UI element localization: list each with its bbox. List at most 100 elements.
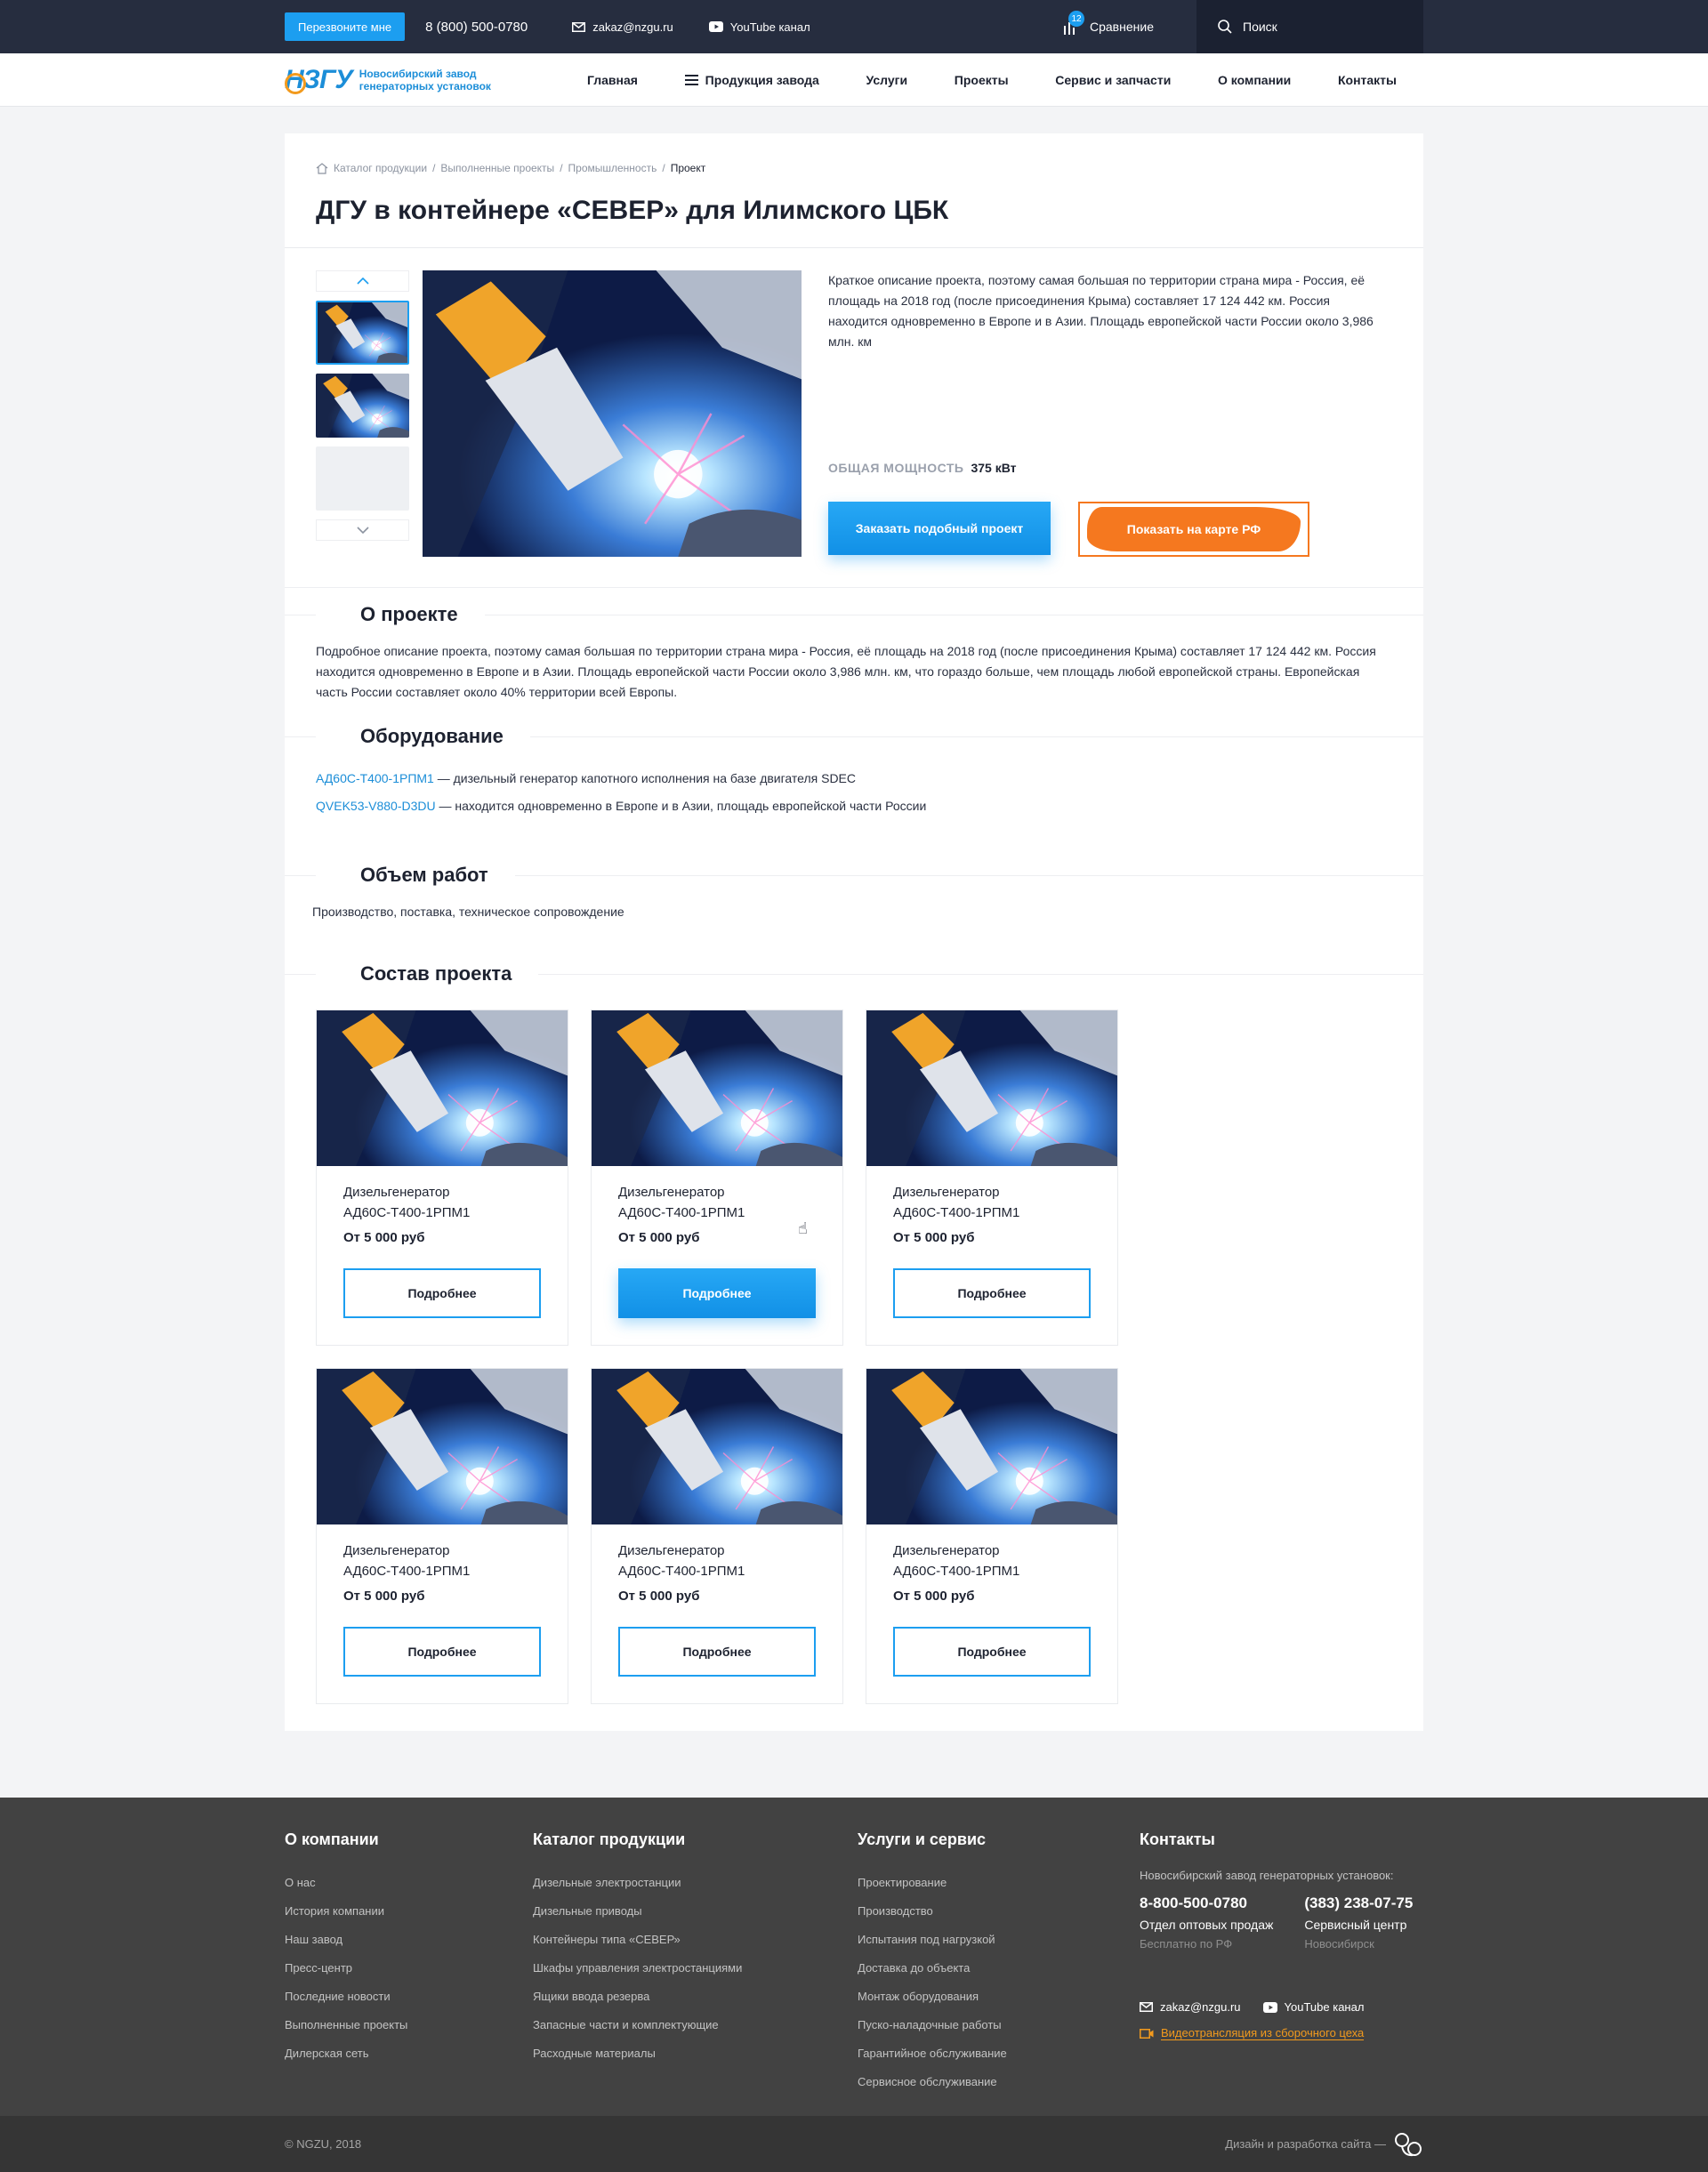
footer-video-link[interactable]: Видеотрансляция из сборочного цеха xyxy=(1140,2026,1413,2040)
footer-link[interactable]: Запасные части и комплектующие xyxy=(533,2011,742,2039)
footer-link[interactable]: Пресс-центр xyxy=(285,1954,407,1983)
equipment-title: Оборудование xyxy=(360,725,504,747)
footer-link[interactable]: Гарантийное обслуживание xyxy=(858,2039,1007,2068)
footer-link[interactable]: Монтаж оборудования xyxy=(858,1983,1007,2011)
nav-item-contacts[interactable]: Контакты xyxy=(1338,73,1397,87)
home-icon[interactable] xyxy=(316,162,328,174)
footer-link[interactable]: Пуско-наладочные работы xyxy=(858,2011,1007,2039)
project-main-photo[interactable] xyxy=(423,270,802,557)
search-button[interactable]: Поиск xyxy=(1196,0,1423,53)
product-image[interactable] xyxy=(866,1010,1117,1166)
nav-item-service-parts[interactable]: Сервис и запчасти xyxy=(1055,73,1171,87)
breadcrumb-separator: / xyxy=(560,162,563,174)
order-similar-project-button[interactable]: Заказать подобный проект xyxy=(828,502,1051,555)
footer-link[interactable]: Расходные материалы xyxy=(533,2039,742,2068)
footer-link[interactable]: Испытания под нагрузкой xyxy=(858,1926,1007,1954)
compare-link[interactable]: 12 Сравнение xyxy=(1063,0,1154,53)
show-on-map-button[interactable]: Показать на карте РФ xyxy=(1078,502,1309,557)
video-camera-icon xyxy=(1140,2028,1154,2039)
product-card[interactable]: Дизельгенератор АД60С-Т400-1РПМ1 От 5 000… xyxy=(591,1010,843,1346)
project-card: Каталог продукции / Выполненные проекты … xyxy=(285,133,1423,1731)
callback-button[interactable]: Перезвоните мне xyxy=(285,12,406,41)
footer-about-title: О компании xyxy=(285,1830,379,1848)
breadcrumb-separator: / xyxy=(662,162,665,174)
nav-menu: Главная Продукция завода Услуги Проекты … xyxy=(587,73,1397,87)
footer-services-title: Услуги и сервис xyxy=(858,1830,987,1848)
product-price: От 5 000 руб xyxy=(893,1230,975,1245)
footer-link[interactable]: Выполненные проекты xyxy=(285,2011,407,2039)
developer-credit[interactable]: Дизайн и разработка сайта — xyxy=(1225,2131,1423,2158)
footer-phone-wholesale[interactable]: 8-800-500-0780 Отдел оптовых продаж Бесп… xyxy=(1140,1894,1273,1951)
product-image[interactable] xyxy=(317,1010,568,1166)
details-button[interactable]: Подробнее xyxy=(618,1268,816,1318)
footer-link[interactable]: Ящики ввода резерва xyxy=(533,1983,742,2011)
gallery-thumbnail-placeholder[interactable] xyxy=(316,446,409,511)
header-email-link[interactable]: zakaz@nzgu.ru xyxy=(572,20,673,34)
footer-link[interactable]: Доставка до объекта xyxy=(858,1954,1007,1983)
details-button[interactable]: Подробнее xyxy=(893,1627,1091,1677)
footer-contacts-lead: Новосибирский завод генераторных установ… xyxy=(1140,1869,1394,1882)
product-card[interactable]: Дизельгенератор АД60С-Т400-1РПМ1 От 5 000… xyxy=(866,1368,1118,1704)
product-image[interactable] xyxy=(317,1369,568,1524)
breadcrumb-industry[interactable]: Промышленность xyxy=(568,162,657,174)
details-button[interactable]: Подробнее xyxy=(343,1268,541,1318)
details-button[interactable]: Подробнее xyxy=(343,1627,541,1677)
logo-line-1: Новосибирский завод xyxy=(359,68,477,80)
header-phone[interactable]: 8 (800) 500-0780 xyxy=(425,20,528,35)
nav-item-services[interactable]: Услуги xyxy=(866,73,908,87)
product-card[interactable]: Дизельгенератор АД60С-Т400-1РПМ1 От 5 000… xyxy=(591,1368,843,1704)
gallery-down-button[interactable] xyxy=(316,519,409,541)
product-image[interactable] xyxy=(866,1369,1117,1524)
footer-link[interactable]: Наш завод xyxy=(285,1926,407,1954)
details-button[interactable]: Подробнее xyxy=(893,1268,1091,1318)
footer-link[interactable]: Проектирование xyxy=(858,1869,1007,1897)
equipment-link[interactable]: QVEK53-V880-D3DU xyxy=(316,799,436,813)
product-price: От 5 000 руб xyxy=(618,1589,700,1604)
search-icon xyxy=(1218,20,1232,34)
gallery-thumbnail[interactable] xyxy=(316,301,409,365)
footer-link[interactable]: Шкафы управления электростанциями xyxy=(533,1954,742,1983)
footer-link[interactable]: Сервисное обслуживание xyxy=(858,2068,1007,2096)
header-youtube-text: YouTube канал xyxy=(729,20,810,34)
footer-catalog-title: Каталог продукции xyxy=(533,1830,686,1848)
product-card[interactable]: Дизельгенератор АД60С-Т400-1РПМ1 От 5 000… xyxy=(316,1368,568,1704)
footer-link[interactable]: Контейнеры типа «СЕВЕР» xyxy=(533,1926,742,1954)
logo-line-2: генераторных установок xyxy=(359,80,491,93)
footer-link[interactable]: Дилерская сеть xyxy=(285,2039,407,2068)
chevron-up-icon xyxy=(356,278,369,285)
footer-youtube-link[interactable]: YouTube канал xyxy=(1262,2000,1364,2014)
about-title: О проекте xyxy=(360,603,458,625)
breadcrumb-projects[interactable]: Выполненные проекты xyxy=(440,162,554,174)
header-youtube-link[interactable]: YouTube канал xyxy=(708,20,810,34)
footer-link[interactable]: Дизельные приводы xyxy=(533,1897,742,1926)
equipment-link[interactable]: АД60С-Т400-1РПМ1 xyxy=(316,771,434,785)
nav-item-products[interactable]: Продукция завода xyxy=(684,73,819,87)
gallery-thumbnail[interactable] xyxy=(316,374,409,438)
scope-section-header: Объем работ xyxy=(285,849,1423,902)
equipment-description: — находится одновременно в Европе и в Аз… xyxy=(435,799,927,813)
product-name: Дизельгенератор АД60С-Т400-1РПМ1 xyxy=(893,1543,1020,1579)
footer-link[interactable]: Производство xyxy=(858,1897,1007,1926)
nav-item-projects[interactable]: Проекты xyxy=(955,73,1009,87)
product-card[interactable]: Дизельгенератор АД60С-Т400-1РПМ1 От 5 000… xyxy=(316,1010,568,1346)
footer-link[interactable]: Последние новости xyxy=(285,1983,407,2011)
logo[interactable]: НЗГУ Новосибирский завод генераторных ус… xyxy=(285,65,491,95)
nav-item-about[interactable]: О компании xyxy=(1218,73,1291,87)
gallery-up-button[interactable] xyxy=(316,270,409,292)
footer-phone-service[interactable]: (383) 238-07-75 Сервисный центр Новосиби… xyxy=(1304,1894,1413,1951)
footer-link[interactable]: Дизельные электростанции xyxy=(533,1869,742,1897)
composition-title: Состав проекта xyxy=(360,962,512,985)
total-power-label: ОБЩАЯ МОЩНОСТЬ xyxy=(828,461,964,475)
mail-icon xyxy=(1140,2002,1153,2012)
compare-icon: 12 xyxy=(1063,11,1084,35)
nav-item-home[interactable]: Главная xyxy=(587,73,638,87)
footer-link[interactable]: О нас xyxy=(285,1869,407,1897)
breadcrumb-catalog[interactable]: Каталог продукции xyxy=(334,162,427,174)
details-button[interactable]: Подробнее xyxy=(618,1627,816,1677)
footer-link[interactable]: История компании xyxy=(285,1897,407,1926)
product-image[interactable] xyxy=(592,1010,842,1166)
equipment-list: АД60С-Т400-1РПМ1 — дизельный генератор к… xyxy=(285,763,1423,817)
footer-email-link[interactable]: zakaz@nzgu.ru xyxy=(1140,2000,1241,2014)
product-image[interactable] xyxy=(592,1369,842,1524)
product-card[interactable]: Дизельгенератор АД60С-Т400-1РПМ1 От 5 000… xyxy=(866,1010,1118,1346)
